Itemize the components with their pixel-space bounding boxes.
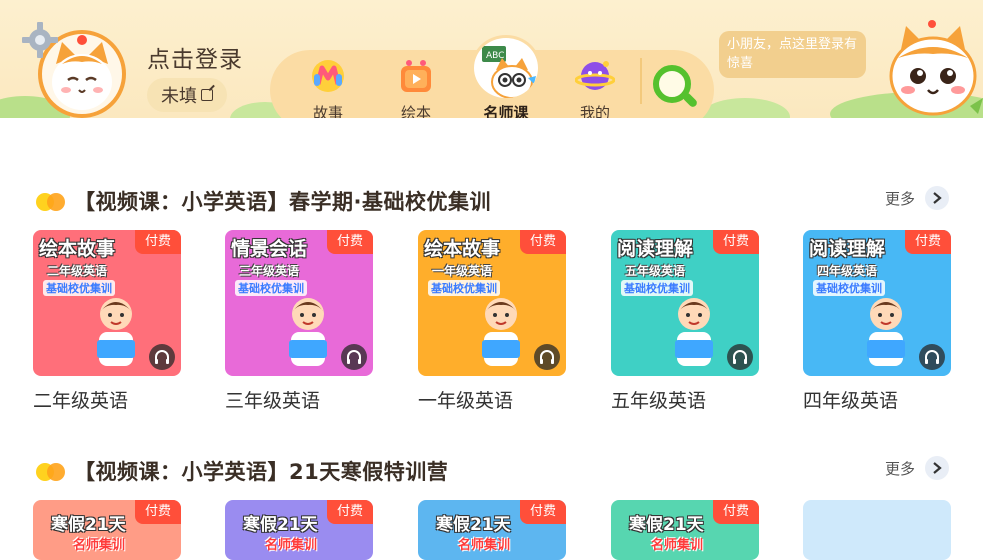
decorative-hill <box>700 98 790 118</box>
course-cover: 寒假21天名师集训 付费 <box>33 500 181 560</box>
paid-badge: 付费 <box>520 230 566 254</box>
course-cover: 寒假21天名师集训 付费 <box>418 500 566 560</box>
cover-subtitle: 三年级英语 <box>239 264 300 278</box>
nav-divider <box>640 58 642 104</box>
child-illustration-icon <box>675 298 713 366</box>
course-title: 三年级英语 <box>225 390 321 412</box>
paid-badge: 付费 <box>327 230 373 254</box>
more-label: 更多 <box>884 459 915 478</box>
course-cover: 绘本故事 二年级英语 基础校优集训 付费 <box>33 230 181 376</box>
paid-badge: 付费 <box>135 230 181 254</box>
more-button[interactable]: 更多 <box>885 456 949 480</box>
headphones-icon <box>727 344 753 370</box>
course-title: 五年级英语 <box>611 390 707 412</box>
settings-gear-icon[interactable] <box>20 20 60 60</box>
cover-title: 绘本故事 <box>424 238 501 260</box>
child-illustration-icon <box>97 298 135 366</box>
chevron-right-icon <box>925 186 949 210</box>
cover-title: 寒假21天 <box>51 515 126 535</box>
paid-badge: 付费 <box>520 500 566 524</box>
paid-badge: 付费 <box>905 230 951 254</box>
headphones-icon <box>149 344 175 370</box>
paid-badge: 付费 <box>713 230 759 254</box>
section-header: 【视频课：小学英语】春学期·基础校优集训 <box>36 186 491 216</box>
section-title: 【视频课：小学英语】春学期·基础校优集训 <box>74 190 491 214</box>
edit-icon <box>201 89 213 101</box>
teacher-course-icon: ABC <box>471 35 541 101</box>
cover-subtitle: 名师集训 <box>458 538 511 553</box>
cover-title: 寒假21天 <box>629 515 704 535</box>
course-title: 四年级英语 <box>803 390 899 412</box>
cover-title: 阅读理解 <box>617 238 694 260</box>
cover-title: 阅读理解 <box>809 238 886 260</box>
headphones-icon <box>341 344 367 370</box>
section-title: 【视频课：小学英语】21天寒假特训营 <box>74 460 449 484</box>
course-cover: 阅读理解 四年级英语 基础校优集训 付费 <box>803 230 951 376</box>
top-header: 点击登录 未填 故事 绘本 ABC 名师课 我的 小朋友，点这里登录有惊喜 <box>0 0 983 118</box>
nav-item-teacher-course[interactable]: ABC 名师课 <box>466 35 546 118</box>
nav-label: 绘本 <box>400 104 431 118</box>
cover-subtitle: 四年级英语 <box>817 264 878 278</box>
paid-badge: 付费 <box>135 500 181 524</box>
course-cover: 阅读理解 五年级英语 基础校优集训 付费 <box>611 230 759 376</box>
child-illustration-icon <box>289 298 327 366</box>
cover-title: 寒假21天 <box>436 515 511 535</box>
more-label: 更多 <box>884 189 915 208</box>
cover-subtitle: 一年级英语 <box>432 264 493 278</box>
section-header: 【视频课：小学英语】21天寒假特训营 <box>36 456 448 486</box>
course-cover: 寒假21天名师集训 付费 <box>611 500 759 560</box>
course-cover: 情景会话 三年级英语 基础校优集训 付费 <box>225 230 373 376</box>
child-illustration-icon <box>482 298 520 366</box>
cat-mascot-icon <box>889 20 983 116</box>
course-cover: 绘本故事 一年级英语 基础校优集训 付费 <box>418 230 566 376</box>
cover-subtitle: 名师集训 <box>73 538 126 553</box>
search-icon[interactable] <box>648 60 702 114</box>
picture-book-icon <box>401 60 431 92</box>
nav-item-picture-book[interactable]: 绘本 <box>376 50 456 118</box>
cover-title: 情景会话 <box>231 238 308 260</box>
cover-subtitle: 五年级英语 <box>625 264 686 278</box>
paid-badge: 付费 <box>713 500 759 524</box>
course-cover <box>803 500 951 560</box>
cover-subtitle: 名师集训 <box>651 538 704 553</box>
nav-label: 我的 <box>579 104 610 118</box>
nav-item-profile[interactable]: 我的 <box>555 50 635 118</box>
login-hint-bubble[interactable]: 小朋友，点这里登录有惊喜 <box>719 31 866 78</box>
story-icon <box>312 60 344 92</box>
paid-badge: 付费 <box>327 500 373 524</box>
course-cover: 寒假21天名师集训 付费 <box>225 500 373 560</box>
more-button[interactable]: 更多 <box>885 186 949 210</box>
cover-subtitle: 名师集训 <box>265 538 318 553</box>
cover-subtitle: 二年级英语 <box>47 264 108 278</box>
section-dots-icon <box>36 461 70 481</box>
headphones-icon <box>919 344 945 370</box>
nav-label: 名师课 <box>483 104 529 118</box>
course-title: 二年级英语 <box>33 390 129 412</box>
profile-planet-icon <box>575 61 615 90</box>
cover-title: 寒假21天 <box>243 515 318 535</box>
nav-label: 故事 <box>312 104 343 118</box>
headphones-icon <box>534 344 560 370</box>
child-illustration-icon <box>867 298 905 366</box>
chevron-right-icon <box>925 456 949 480</box>
profile-unfilled-button[interactable]: 未填 <box>147 78 227 112</box>
nav-item-story[interactable]: 故事 <box>288 50 368 118</box>
cover-title: 绘本故事 <box>39 238 116 260</box>
course-title: 一年级英语 <box>418 390 514 412</box>
login-prompt[interactable]: 点击登录 <box>147 40 243 74</box>
unfilled-label: 未填 <box>161 86 197 107</box>
section-dots-icon <box>36 191 70 211</box>
